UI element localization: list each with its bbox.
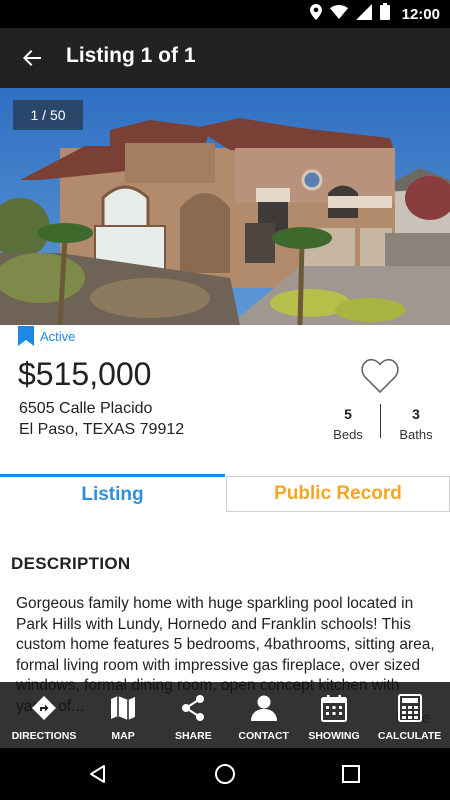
baths-label: Baths — [399, 427, 433, 442]
share-label: SHARE — [174, 730, 212, 742]
system-nav-bar — [0, 748, 450, 800]
tab-listing[interactable]: Listing — [0, 474, 225, 512]
directions-button[interactable]: DIRECTIONS — [0, 682, 88, 748]
calendar-icon — [320, 695, 347, 722]
showing-label: SHOWING — [308, 730, 360, 742]
baths-value: 3 — [412, 406, 420, 422]
status-bar: 12:00 — [0, 0, 450, 28]
arrow-back-icon — [23, 50, 41, 66]
stat-divider — [380, 404, 381, 438]
description-heading: DESCRIPTION — [11, 554, 131, 573]
map-label: MAP — [111, 730, 135, 742]
status-badge: Active — [18, 326, 75, 346]
nav-home-icon — [215, 764, 235, 784]
directions-label: DIRECTIONS — [11, 730, 77, 742]
directions-icon — [31, 696, 56, 720]
status-label: Active — [40, 328, 76, 344]
heart-outline-icon — [361, 358, 399, 394]
signal-icon — [355, 3, 372, 25]
bookmark-icon — [18, 326, 34, 346]
app-bar: Listing 1 of 1 — [0, 28, 450, 88]
nav-back-icon — [90, 765, 105, 783]
location-icon — [309, 3, 322, 25]
contact-label: CONTACT — [238, 730, 289, 742]
nav-recents-icon — [342, 765, 360, 783]
back-button[interactable] — [16, 42, 48, 74]
address-line-1: 6505 Calle Placido — [19, 400, 153, 417]
share-button[interactable]: SHARE — [158, 682, 228, 748]
showing-button[interactable]: SHOWING — [299, 682, 369, 748]
map-icon — [111, 696, 136, 720]
calculate-label: CALCULATE — [377, 730, 442, 742]
address-line-2: El Paso, TEXAS 79912 — [19, 421, 185, 438]
contact-button[interactable]: CONTACT — [229, 682, 299, 748]
status-time: 12:00 — [401, 5, 440, 23]
page-title: Listing 1 of 1 — [66, 44, 196, 67]
battery-icon — [379, 3, 390, 25]
map-button[interactable]: MAP — [88, 682, 158, 748]
contact-icon — [250, 695, 277, 721]
nav-back-button[interactable] — [84, 760, 112, 788]
tab-public-record[interactable]: Public Record — [226, 476, 450, 512]
action-bar: DIRECTIONS MAP SHARE CONTACT SHOWING CAL… — [0, 682, 450, 748]
listing-photo[interactable]: 1 / 50 — [0, 88, 450, 325]
listing-price: $515,000 — [18, 356, 152, 392]
photo-counter: 1 / 50 — [13, 100, 83, 130]
nav-recents-button[interactable] — [337, 760, 365, 788]
wifi-icon — [329, 4, 348, 24]
beds-value: 5 — [344, 406, 352, 422]
nav-home-button[interactable] — [211, 760, 239, 788]
beds-label: Beds — [333, 427, 363, 442]
calculator-icon — [397, 694, 422, 722]
share-icon — [182, 695, 205, 721]
favorite-button[interactable] — [360, 357, 400, 395]
calculate-button[interactable]: CALCULATE — [369, 682, 450, 748]
